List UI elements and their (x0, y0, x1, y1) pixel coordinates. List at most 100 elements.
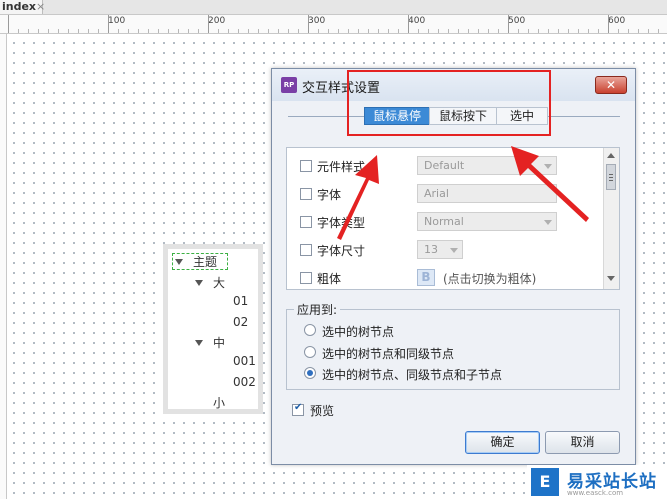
ruler-minor-tick (428, 29, 429, 33)
ruler-minor-tick (498, 29, 499, 33)
apply-option-label[interactable]: 选中的树节点和同级节点 (322, 345, 454, 362)
tree-widget[interactable]: 主题 大 01 02 中 001 002 小 (163, 244, 263, 414)
ruler-minor-tick (48, 29, 49, 33)
preview-label: 预览 (310, 404, 335, 418)
watermark-url: www.easck.com (567, 489, 624, 497)
font-size-checkbox[interactable] (300, 244, 312, 256)
close-button[interactable]: ✕ (595, 76, 627, 94)
font-type-dropdown[interactable]: Normal (417, 212, 557, 231)
ruler-minor-tick (38, 29, 39, 33)
ruler-minor-tick (248, 29, 249, 33)
cancel-button[interactable]: 取消 (545, 431, 620, 454)
ruler-minor-tick (418, 29, 419, 33)
apply-option-label[interactable]: 选中的树节点 (322, 323, 394, 340)
dropdown-value: Default (424, 159, 465, 172)
bold-toggle-button[interactable]: B (417, 269, 435, 286)
ruler-minor-tick (458, 29, 459, 33)
ruler-minor-tick (358, 29, 359, 33)
tree-node[interactable]: 大 (213, 274, 225, 291)
ruler-minor-tick (438, 29, 439, 33)
ruler-minor-tick (298, 29, 299, 33)
bold-checkbox[interactable] (300, 272, 312, 284)
site-watermark: E 易采站长站 www.easck.com (527, 465, 667, 499)
ruler-label: 500 (508, 16, 526, 26)
preview-checkbox[interactable] (292, 402, 304, 416)
bold-hint: (点击切换为粗体) (443, 272, 537, 286)
ruler-minor-tick (578, 29, 579, 33)
expand-arrow-icon[interactable] (195, 280, 203, 286)
axure-app-icon: RP (281, 77, 297, 93)
ruler-minor-tick (468, 29, 469, 33)
property-row: 字体尺寸 13 (287, 240, 605, 262)
ruler-major-tick (508, 15, 509, 33)
vertical-scrollbar[interactable] (603, 148, 619, 289)
ruler-minor-tick (318, 29, 319, 33)
font-size-dropdown[interactable]: 13 (417, 240, 463, 259)
ruler-minor-tick (58, 29, 59, 33)
ruler-minor-tick (338, 29, 339, 33)
property-row: 字体 Arial (287, 184, 605, 206)
tree-node[interactable]: 002 (233, 375, 256, 389)
tree-node-root[interactable]: 主题 (193, 253, 217, 270)
tree-node[interactable]: 001 (233, 354, 256, 368)
font-checkbox[interactable] (300, 188, 312, 200)
ruler-minor-tick (328, 29, 329, 33)
ruler-minor-tick (188, 29, 189, 33)
scroll-thumb[interactable] (606, 164, 616, 190)
ruler-minor-tick (558, 29, 559, 33)
dropdown-value: 13 (424, 243, 438, 256)
chevron-down-icon (544, 164, 552, 169)
tab-index[interactable]: index × (0, 0, 45, 14)
grip-line (609, 180, 613, 181)
expand-arrow-icon[interactable] (195, 340, 203, 346)
widget-style-dropdown[interactable]: Default (417, 156, 557, 175)
property-row: 粗体 B (点击切换为粗体) (287, 268, 605, 289)
style-properties-panel: 元件样式 Default 字体 Arial 字体类型 Normal 字体尺寸 1… (286, 147, 620, 290)
ruler-major-tick (208, 15, 209, 33)
ruler-label: 400 (408, 16, 426, 26)
apply-option-radio[interactable] (304, 324, 316, 336)
tree-node[interactable]: 中 (213, 334, 225, 351)
ruler-minor-tick (18, 29, 19, 33)
tree-node[interactable]: 小 (213, 394, 225, 411)
grip-line (609, 174, 613, 175)
apply-option-radio[interactable] (304, 346, 316, 358)
property-row: 元件样式 Default (287, 156, 605, 178)
apply-option-label[interactable]: 选中的树节点、同级节点和子节点 (322, 366, 502, 383)
apply-option-radio-selected[interactable] (304, 367, 316, 379)
ruler-major-tick (308, 15, 309, 33)
tree-node[interactable]: 01 (233, 294, 248, 308)
ok-button[interactable]: 确定 (465, 431, 540, 454)
widget-style-checkbox[interactable] (300, 160, 312, 172)
ruler-minor-tick (478, 29, 479, 33)
ruler-minor-tick (68, 29, 69, 33)
scroll-down-icon[interactable] (607, 276, 615, 281)
ruler-minor-tick (238, 29, 239, 33)
ruler-minor-tick (28, 29, 29, 33)
ruler-minor-tick (628, 29, 629, 33)
tree-node[interactable]: 02 (233, 315, 248, 329)
property-label: 字体 (317, 188, 342, 202)
property-label: 粗体 (317, 272, 342, 286)
ruler-minor-tick (218, 29, 219, 33)
ruler-minor-tick (568, 29, 569, 33)
font-type-checkbox[interactable] (300, 216, 312, 228)
expand-arrow-icon[interactable] (175, 259, 183, 265)
ruler-minor-tick (258, 29, 259, 33)
ruler-major-tick (608, 15, 609, 33)
apply-to-title: 应用到: (294, 301, 341, 318)
ruler-label: 600 (608, 16, 626, 26)
ruler-minor-tick (128, 29, 129, 33)
grip-line (609, 177, 613, 178)
scroll-up-icon[interactable] (607, 153, 615, 158)
ruler-minor-tick (268, 29, 269, 33)
tab-close-icon[interactable]: × (36, 0, 45, 14)
font-input[interactable]: Arial (417, 184, 557, 203)
vertical-ruler (0, 34, 7, 499)
ruler-minor-tick (598, 29, 599, 33)
ruler-minor-tick (178, 29, 179, 33)
ruler-minor-tick (488, 29, 489, 33)
ruler-minor-tick (88, 29, 89, 33)
property-label: 元件样式 (317, 160, 366, 174)
ruler-minor-tick (398, 29, 399, 33)
